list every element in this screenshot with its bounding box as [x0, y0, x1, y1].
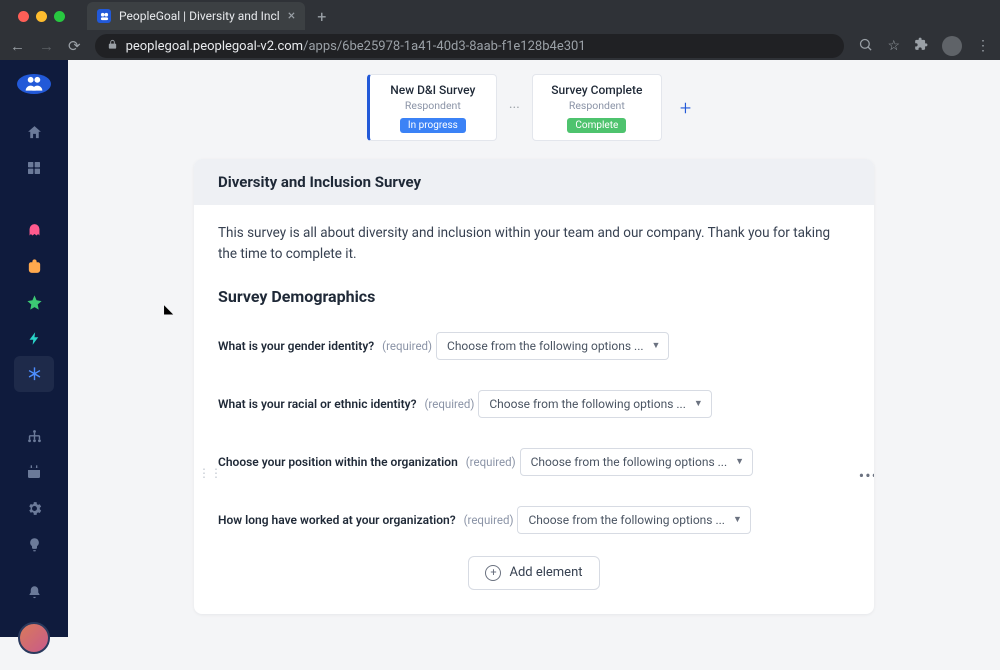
- plus-circle-icon: +: [485, 565, 501, 581]
- tab-close-icon[interactable]: ×: [288, 8, 295, 24]
- select-placeholder: Choose from the following options ...: [447, 339, 644, 353]
- sidebar-settings-icon[interactable]: [14, 490, 54, 526]
- question-block: What is your gender identity? (required)…: [218, 324, 850, 360]
- status-badge: In progress: [400, 118, 466, 133]
- nav-forward-button: →: [39, 37, 54, 55]
- select-placeholder: Choose from the following options ...: [528, 513, 725, 527]
- tab-bar: PeopleGoal | Diversity and Incl × +: [0, 0, 1000, 32]
- step-subtitle: Respondent: [539, 99, 655, 112]
- card-body: This survey is all about diversity and i…: [194, 205, 874, 614]
- question-select[interactable]: Choose from the following options ... ▼: [517, 506, 750, 534]
- card-header: Diversity and Inclusion Survey: [194, 159, 874, 205]
- add-step-button[interactable]: +: [670, 96, 701, 120]
- chevron-down-icon: ▼: [694, 398, 703, 409]
- sidebar-star-icon[interactable]: [14, 284, 54, 320]
- address-bar: ← → ⟳ peoplegoal.peoplegoal-v2.com/apps/…: [0, 32, 1000, 60]
- minimize-window-button[interactable]: [36, 11, 47, 22]
- question-label: How long have worked at your organizatio…: [218, 513, 456, 527]
- extensions-icon[interactable]: [914, 37, 928, 55]
- profile-avatar-icon[interactable]: [942, 36, 962, 56]
- add-element-label: Add element: [509, 565, 582, 580]
- sidebar-ghost-icon[interactable]: [14, 212, 54, 248]
- more-options-icon[interactable]: •••: [859, 466, 874, 485]
- workflow-steps: New D&I Survey Respondent In progress ··…: [108, 74, 960, 141]
- sidebar: [0, 60, 68, 637]
- sidebar-org-icon[interactable]: [14, 418, 54, 454]
- close-window-button[interactable]: [18, 11, 29, 22]
- cursor-icon: ◣: [164, 302, 173, 316]
- step-separator-icon[interactable]: ···: [505, 100, 524, 116]
- url-domain: peoplegoal.peoplegoal-v2.com: [126, 39, 304, 54]
- browser-chrome: PeopleGoal | Diversity and Incl × + ← → …: [0, 0, 1000, 60]
- required-tag: (required): [382, 339, 432, 353]
- select-placeholder: Choose from the following options ...: [531, 455, 728, 469]
- question-label: What is your gender identity?: [218, 339, 374, 353]
- chevron-down-icon: ▼: [735, 456, 744, 467]
- app-root: New D&I Survey Respondent In progress ··…: [0, 60, 1000, 637]
- sidebar-bell-icon[interactable]: [14, 574, 54, 610]
- question-block: ⋮⋮ ••• Choose your position within the o…: [218, 440, 850, 476]
- chevron-down-icon: ▼: [652, 340, 661, 351]
- sidebar-hand-icon[interactable]: [14, 248, 54, 284]
- survey-title: Diversity and Inclusion Survey: [218, 173, 850, 191]
- new-tab-button[interactable]: +: [305, 7, 338, 26]
- bookmark-icon[interactable]: ☆: [887, 38, 900, 54]
- sidebar-calendar-icon[interactable]: [14, 454, 54, 490]
- step-title: New D&I Survey: [376, 83, 490, 97]
- required-tag: (required): [425, 397, 475, 411]
- app-logo[interactable]: [17, 74, 51, 94]
- nav-back-button[interactable]: ←: [10, 37, 25, 55]
- url-path: /apps/6be25978-1a41-40d3-8aab-f1e128b4e3…: [303, 39, 586, 54]
- sidebar-lightbulb-icon[interactable]: [14, 526, 54, 562]
- sidebar-asterisk-icon[interactable]: [14, 356, 54, 392]
- zoom-icon[interactable]: [858, 37, 873, 56]
- maximize-window-button[interactable]: [54, 11, 65, 22]
- tab-title: PeopleGoal | Diversity and Incl: [119, 9, 280, 23]
- browser-tab[interactable]: PeopleGoal | Diversity and Incl ×: [87, 2, 305, 30]
- question-block: What is your racial or ethnic identity? …: [218, 382, 850, 418]
- window-controls: [8, 11, 75, 22]
- survey-intro: This survey is all about diversity and i…: [218, 223, 850, 265]
- menu-icon[interactable]: ⋮: [976, 38, 990, 54]
- question-select[interactable]: Choose from the following options ... ▼: [520, 448, 753, 476]
- chevron-down-icon: ▼: [733, 514, 742, 525]
- required-tag: (required): [464, 513, 514, 527]
- drag-handle-icon[interactable]: ⋮⋮: [198, 466, 222, 480]
- question-block: How long have worked at your organizatio…: [218, 498, 850, 534]
- workflow-step[interactable]: New D&I Survey Respondent In progress: [367, 74, 497, 141]
- status-badge: Complete: [567, 118, 626, 133]
- question-label: Choose your position within the organiza…: [218, 455, 458, 469]
- url-input[interactable]: peoplegoal.peoplegoal-v2.com/apps/6be259…: [95, 34, 845, 58]
- survey-card: Diversity and Inclusion Survey This surv…: [194, 159, 874, 614]
- main-content: New D&I Survey Respondent In progress ··…: [68, 60, 1000, 637]
- user-avatar[interactable]: [18, 622, 50, 654]
- lock-icon: [107, 39, 118, 54]
- reload-button[interactable]: ⟳: [68, 37, 81, 55]
- section-title: Survey Demographics: [218, 287, 850, 306]
- sidebar-bolt-icon[interactable]: [14, 320, 54, 356]
- select-placeholder: Choose from the following options ...: [489, 397, 686, 411]
- sidebar-home-icon[interactable]: [14, 114, 54, 150]
- question-select[interactable]: Choose from the following options ... ▼: [478, 390, 711, 418]
- step-subtitle: Respondent: [376, 99, 490, 112]
- workflow-step[interactable]: Survey Complete Respondent Complete: [532, 74, 662, 141]
- question-label: What is your racial or ethnic identity?: [218, 397, 417, 411]
- question-select[interactable]: Choose from the following options ... ▼: [436, 332, 669, 360]
- favicon-icon: [97, 9, 111, 23]
- step-title: Survey Complete: [539, 83, 655, 97]
- required-tag: (required): [466, 455, 516, 469]
- add-element-button[interactable]: + Add element: [468, 556, 599, 590]
- sidebar-apps-icon[interactable]: [14, 150, 54, 186]
